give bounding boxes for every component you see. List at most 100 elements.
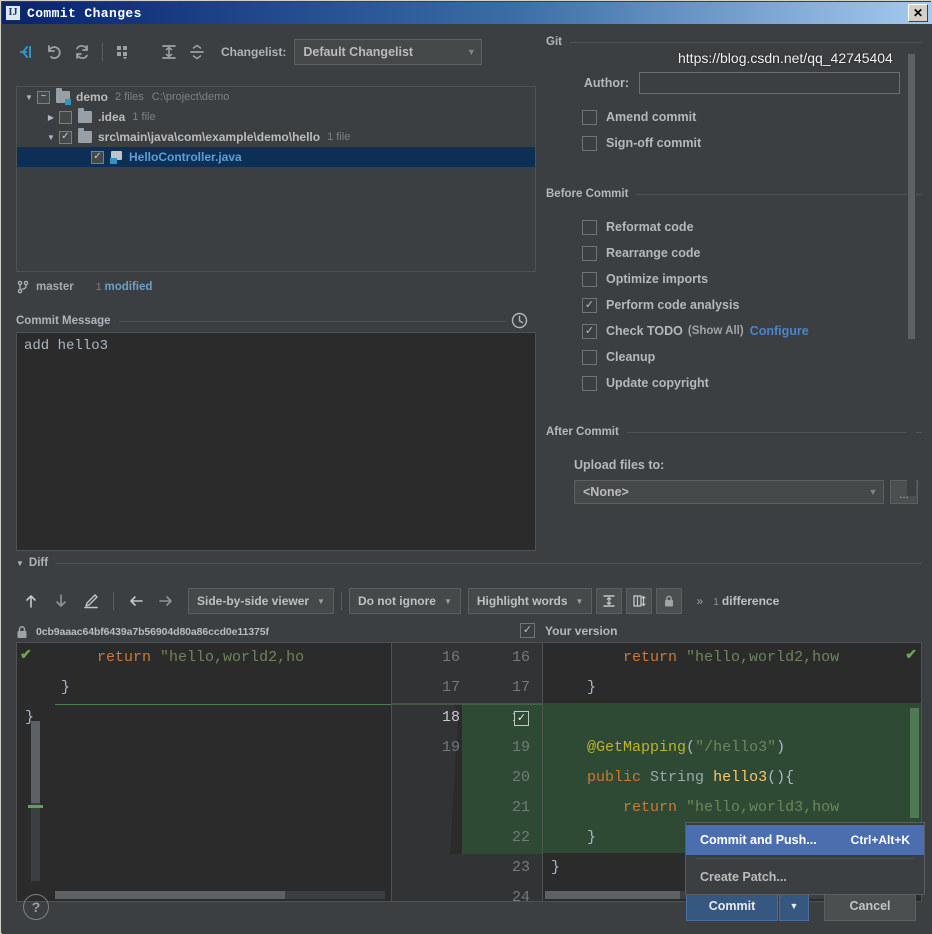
line-number-left: 18 <box>441 709 460 726</box>
after-commit-label: After Commit <box>546 426 619 438</box>
line-number-left: 17 <box>441 679 460 696</box>
lock-icon <box>16 625 28 639</box>
group-by-icon[interactable] <box>109 38 137 66</box>
file-checkbox[interactable] <box>59 110 72 124</box>
menu-item-accelerator: Ctrl+Alt+K <box>850 833 910 847</box>
sign-off-commit-checkbox[interactable]: Sign-off commit <box>546 130 922 156</box>
arrow-right-icon[interactable] <box>151 587 181 615</box>
tree-node-label: HelloController.java <box>129 150 242 164</box>
checkbox-box[interactable]: ✓ <box>582 297 597 313</box>
file-checkbox[interactable]: − <box>37 90 50 104</box>
checkbox-box[interactable] <box>582 375 597 391</box>
left-editor-scrollbar[interactable] <box>31 721 40 881</box>
checkbox-box[interactable] <box>582 135 597 151</box>
author-input[interactable] <box>639 72 900 94</box>
changelist-value: Default Changelist <box>303 45 414 59</box>
toolbar-separator <box>340 592 342 610</box>
line-number-right: 16 <box>511 649 530 666</box>
checkbox-box[interactable] <box>582 245 597 261</box>
sync-scroll-icon[interactable] <box>626 588 653 614</box>
collapse-unchanged-icon[interactable] <box>596 588 623 614</box>
commit-message-label: Commit Message <box>16 315 111 327</box>
highlight-mode-dropdown[interactable]: Highlight words ▼ <box>467 588 593 614</box>
changelist-dropdown[interactable]: Default Changelist ▼ <box>294 39 483 65</box>
commit-button[interactable]: Commit <box>686 891 778 921</box>
accept-change-icon[interactable]: ✔ <box>20 643 32 671</box>
checkbox-box[interactable]: ✓ <box>582 323 597 339</box>
arrow-left-icon[interactable] <box>121 587 151 615</box>
diff-hunk-marker <box>55 704 391 705</box>
rearrange-code-checkbox[interactable]: Rearrange code <box>546 240 922 266</box>
amend-commit-checkbox[interactable]: Amend commit <box>546 104 922 130</box>
table-row[interactable]: ▼ − demo 2 files C:\project\demo <box>17 87 535 107</box>
checkbox-box[interactable] <box>582 219 597 235</box>
pencil-icon[interactable] <box>76 587 106 615</box>
more-options-icon[interactable]: » <box>696 594 703 608</box>
menu-create-patch[interactable]: Create Patch... <box>686 862 924 892</box>
collapse-all-icon[interactable] <box>183 38 211 66</box>
upload-target-dropdown[interactable]: <None> ▼ <box>574 480 884 504</box>
right-editor-scrollbar[interactable] <box>910 708 919 818</box>
table-row[interactable]: ▼ ✓ src\main\java\com\example\demo\hello… <box>17 127 535 147</box>
diff-toolbar: Side-by-side viewer ▼ Do not ignore ▼ Hi… <box>16 584 922 618</box>
commit-dropdown-arrow[interactable]: ▼ <box>779 891 809 921</box>
branch-name: master <box>36 281 74 293</box>
reformat-code-checkbox[interactable]: Reformat code <box>546 214 922 240</box>
commit-message-header: Commit Message <box>16 313 506 329</box>
history-clock-icon[interactable] <box>511 312 528 329</box>
git-branch-icon <box>16 280 30 294</box>
checkbox-box[interactable] <box>582 271 597 287</box>
your-version-checkbox[interactable]: ✓ <box>520 623 535 638</box>
options-scrollbar[interactable] <box>907 54 916 496</box>
chevron-down-icon: ▼ <box>466 47 476 57</box>
show-diff-icon[interactable] <box>12 38 40 66</box>
title-bar: IJ Commit Changes ✕ <box>2 2 932 24</box>
configure-link[interactable]: Configure <box>750 324 809 338</box>
tree-twisty-icon[interactable]: ▼ <box>21 93 37 102</box>
checkbox-box[interactable] <box>582 109 597 125</box>
tree-twisty-icon[interactable]: ▼ <box>43 133 59 142</box>
optimize-imports-checkbox[interactable]: Optimize imports <box>546 266 922 292</box>
arrow-down-icon[interactable] <box>46 587 76 615</box>
checkbox-box[interactable] <box>582 349 597 365</box>
table-row[interactable]: ✓ HelloController.java <box>17 147 535 167</box>
apply-hunk-checkbox[interactable]: ✓ <box>514 711 529 726</box>
changes-toolbar: Changelist: Default Changelist ▼ <box>12 34 540 70</box>
revert-icon[interactable] <box>40 38 68 66</box>
folder-icon <box>78 108 92 123</box>
viewer-mode-dropdown[interactable]: Side-by-side viewer ▼ <box>188 588 334 614</box>
update-copyright-checkbox[interactable]: Update copyright <box>546 370 922 396</box>
checkbox-label: Update copyright <box>606 376 709 390</box>
check-todo-checkbox[interactable]: ✓ Check TODO (Show All) Configure <box>546 318 922 344</box>
whitespace-mode-dropdown[interactable]: Do not ignore ▼ <box>348 588 461 614</box>
expand-all-icon[interactable] <box>155 38 183 66</box>
diff-twisty-icon[interactable]: ▼ <box>16 559 24 568</box>
refresh-icon[interactable] <box>68 38 96 66</box>
perform-code-analysis-checkbox[interactable]: ✓ Perform code analysis <box>546 292 922 318</box>
close-icon[interactable]: ✕ <box>908 4 928 22</box>
checkbox-label: Perform code analysis <box>606 298 740 312</box>
after-commit-section-header: After Commit <box>546 424 922 440</box>
cleanup-checkbox[interactable]: Cleanup <box>546 344 922 370</box>
tree-twisty-icon[interactable]: ▶ <box>43 113 59 122</box>
lock-icon[interactable] <box>656 588 683 614</box>
difference-number: 1 <box>713 596 719 608</box>
cancel-button[interactable]: Cancel <box>824 891 916 921</box>
file-checkbox[interactable]: ✓ <box>59 130 72 144</box>
upload-row: <None> ▼ ... <box>574 480 922 504</box>
diff-editor-left[interactable]: ✔ return "hello,world2,ho } } <box>16 642 392 902</box>
divider <box>626 431 922 433</box>
file-checkbox[interactable]: ✓ <box>91 150 104 164</box>
menu-commit-and-push[interactable]: Commit and Push... Ctrl+Alt+K <box>686 825 924 855</box>
chevron-down-icon: ▼ <box>575 596 584 606</box>
arrow-up-icon[interactable] <box>16 587 46 615</box>
chevron-down-icon: ▼ <box>443 596 452 606</box>
changed-files-tree[interactable]: ▼ − demo 2 files C:\project\demo ▶ .idea… <box>16 86 536 272</box>
table-row[interactable]: ▶ .idea 1 file <box>17 107 535 127</box>
diff-section-header[interactable]: ▼ Diff <box>16 555 922 571</box>
commit-message-input[interactable]: add hello3 <box>16 332 536 551</box>
accept-change-icon[interactable]: ✔ <box>905 643 917 671</box>
dialog-content: Changelist: Default Changelist ▼ ▼ − dem… <box>2 24 932 934</box>
help-button[interactable]: ? <box>23 894 49 920</box>
